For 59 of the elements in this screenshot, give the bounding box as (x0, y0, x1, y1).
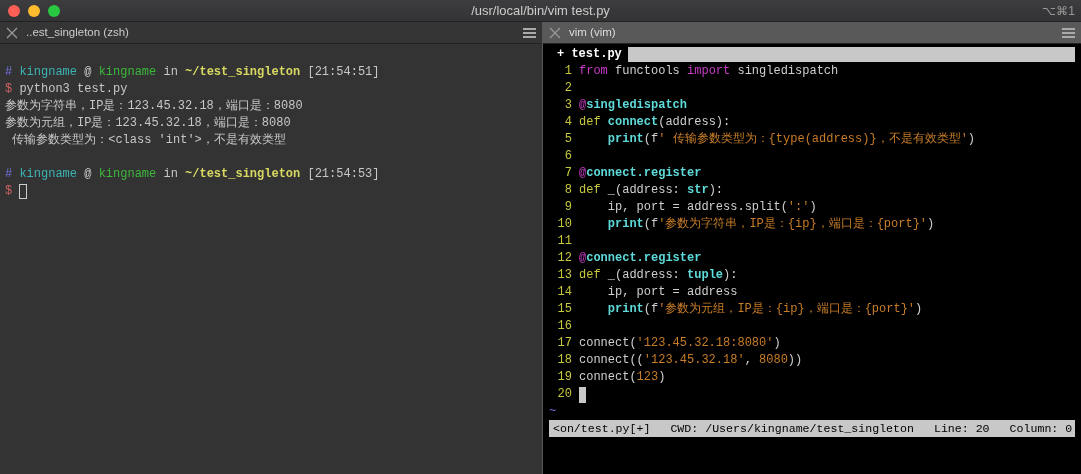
code-line: def _(address: str): (579, 182, 724, 199)
line-number: 11 (556, 233, 573, 250)
line-number: 18 (556, 352, 573, 369)
line-number: 7 (563, 165, 573, 182)
code-line: print(f'参数为元组，IP是：{ip}，端口是：{port}') (606, 301, 923, 318)
terminal-line: 参数为元组，IP是：123.45.32.18，端口是：8080 (5, 115, 291, 132)
line-number: 13 (556, 267, 573, 284)
terminal-line: $ python3 test.py (5, 81, 128, 98)
code-line: ip, port = address (606, 284, 738, 301)
minimize-button[interactable] (28, 4, 40, 17)
terminal-line: $ (5, 183, 13, 200)
code-line: connect(('123.45.32.18', 8080)) (579, 352, 803, 369)
close-button[interactable] (8, 4, 20, 17)
close-icon[interactable] (6, 26, 18, 39)
line-number: 16 (556, 318, 573, 335)
code-line: @connect.register (579, 165, 702, 182)
code-line: connect(123) (579, 369, 666, 386)
line-number: 14 (556, 284, 573, 301)
line-number: 12 (556, 250, 573, 267)
line-number: 5 (563, 131, 573, 148)
line-number: 15 (556, 301, 573, 318)
buffer-tab[interactable]: + test.py (549, 46, 628, 63)
pane-tab[interactable]: ..est_singleton (zsh) (0, 22, 542, 44)
line-number: 9 (563, 199, 573, 216)
shortcut-label: ⌥⌘1 (1042, 2, 1075, 20)
status-text: Column: 0 (1009, 421, 1073, 437)
code-line: def connect(address): (579, 114, 731, 131)
code-line: def _(address: tuple): (579, 267, 738, 284)
line-number: 3 (563, 97, 573, 114)
line-number: 2 (563, 80, 573, 97)
line-number: 6 (563, 148, 573, 165)
empty-line-marker: ~ (549, 403, 557, 420)
window-title: /usr/local/bin/vim test.py (471, 1, 610, 20)
status-text: CWD: /Users/kingname/test_singleton (670, 421, 914, 437)
terminal-line: # kingname @ kingname in ~/test_singleton [21:54:51] (5, 64, 380, 81)
line-number: 17 (556, 335, 573, 352)
status-text: <on/test.py[+] (553, 421, 651, 437)
maximize-button[interactable] (48, 4, 60, 17)
line-number: 1 (563, 63, 573, 80)
menu-icon[interactable] (523, 27, 536, 38)
close-icon[interactable] (549, 26, 561, 39)
code-line: @connect.register (579, 250, 702, 267)
code-line: print(f'参数为字符串，IP是：{ip}，端口是：{port}') (606, 216, 935, 233)
pane-tab[interactable]: vim (vim) (543, 22, 1081, 44)
terminal-line: # kingname @ kingname in ~/test_singleton [21:54:53] (5, 166, 380, 183)
terminal-line: 传输参数类型为：<class 'int'>，不是有效类型 (11, 132, 286, 149)
code-line: connect('123.45.32.18:8080') (579, 335, 781, 352)
code-line: @singledispatch (579, 97, 688, 114)
line-number: 4 (563, 114, 573, 131)
terminal-line: 参数为字符串，IP是：123.45.32.18，端口是：8080 (5, 98, 303, 115)
code-line: print(f' 传输参数类型为：{type(address)}，不是有效类型') (606, 131, 976, 148)
menu-icon[interactable] (1062, 27, 1075, 38)
line-number: 10 (556, 216, 573, 233)
line-number: 8 (563, 182, 573, 199)
code-line: from functools import singledispatch (579, 63, 839, 80)
status-text: Line: 20 (933, 421, 990, 437)
line-number: 19 (556, 369, 573, 386)
code-line: ip, port = address.split(':') (606, 199, 817, 216)
line-number: 20 (556, 386, 573, 403)
